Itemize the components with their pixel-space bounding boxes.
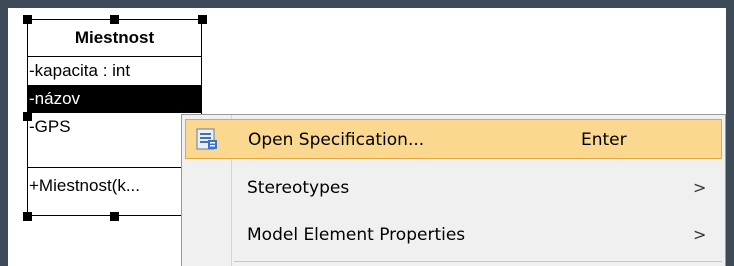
frame-right-border [726,0,734,266]
operation-constructor[interactable]: +Miestnost(k... [28,172,201,200]
context-menu: Open Specification... Enter Stereotypes … [181,114,726,266]
attribute-kapacita[interactable]: -kapacita : int [28,57,201,85]
chevron-right-icon: > [693,178,707,197]
chevron-right-icon: > [693,225,707,244]
uml-class-box[interactable]: Miestnost -kapacita : int -názov -GPS +M… [27,19,202,216]
attributes-compartment: -kapacita : int -názov -GPS [28,57,201,168]
resize-handle-top[interactable] [110,15,119,24]
resize-handle-top-left[interactable] [23,15,32,24]
resize-handle-top-right[interactable] [198,15,207,24]
specification-icon [196,128,218,150]
attribute-gps[interactable]: -GPS [28,113,201,141]
operations-compartment: +Miestnost(k... [28,168,201,200]
resize-handle-bottom-left[interactable] [23,212,32,221]
menu-separator [234,261,722,262]
resize-handle-left[interactable] [23,112,32,121]
attribute-nazov[interactable]: -názov [28,85,201,113]
menu-item-shortcut: Enter [581,130,627,150]
menu-item-label: Stereotypes [247,178,350,198]
menu-item-model-element-properties[interactable]: Model Element Properties > [185,215,722,255]
menu-item-stereotypes[interactable]: Stereotypes > [185,168,722,208]
menu-item-label: Open Specification... [248,130,425,150]
class-name[interactable]: Miestnost [28,20,201,57]
frame-top-border [0,0,734,8]
menu-item-label: Model Element Properties [247,225,466,245]
frame-left-border [0,0,8,266]
resize-handle-bottom[interactable] [110,212,119,221]
menu-item-open-specification[interactable]: Open Specification... Enter [185,119,722,159]
